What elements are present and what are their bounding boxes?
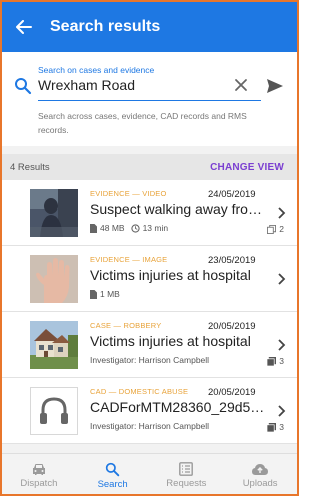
attachment-count: 2 (267, 224, 284, 234)
gallery-icon (267, 356, 277, 366)
investigator: Investigator: Harrison Campbell (90, 355, 210, 365)
page-title: Search results (50, 18, 161, 35)
count-value: 2 (279, 224, 284, 234)
file-icon (90, 223, 97, 233)
nav-uploads[interactable]: Uploads (223, 454, 297, 494)
attachment-count: 3 (267, 356, 284, 366)
car-icon (32, 464, 45, 475)
gallery-icon (267, 422, 277, 432)
result-item[interactable]: CASE — ROBBERY 20/05/2019 Victims injuri… (2, 312, 297, 378)
list-icon (179, 462, 194, 476)
nav-search[interactable]: Search (76, 454, 150, 494)
nav-dispatch[interactable]: Dispatch (2, 454, 76, 494)
search-icon (15, 78, 32, 95)
video-thumbnail (30, 189, 78, 237)
nav-label: Search (97, 478, 128, 490)
nav-label: Uploads (242, 478, 278, 489)
search-icon (105, 462, 120, 476)
image-thumbnail (30, 255, 78, 303)
nav-requests[interactable]: Requests (150, 454, 224, 494)
count-value: 3 (279, 356, 284, 366)
result-date: 23/05/2019 (208, 255, 256, 266)
nav-label: Dispatch (20, 478, 58, 489)
result-item[interactable]: EVIDENCE — IMAGE 23/05/2019 Victims inju… (2, 246, 297, 312)
result-meta: 1 MB (90, 289, 120, 299)
arrow-left-icon (16, 20, 32, 34)
investigator: Investigator: Harrison Campbell (90, 421, 210, 431)
duration: 13 min (142, 223, 169, 233)
result-date: 20/05/2019 (208, 321, 256, 332)
result-category: CASE — ROBBERY (90, 321, 162, 330)
cloud-upload-icon (252, 464, 269, 475)
results-bar: 4 Results CHANGE VIEW (2, 154, 297, 180)
clock-icon (130, 223, 140, 233)
result-category: CAD — DOMESTIC ABUSE (90, 387, 189, 396)
copy-icon (267, 224, 277, 234)
file-size: 48 MB (100, 223, 125, 233)
result-meta: Investigator: Harrison Campbell (90, 421, 209, 431)
result-title: CADForMTM28360_29d59c9... (90, 399, 268, 415)
result-date: 24/05/2019 (208, 189, 256, 200)
search-caption: Search on cases and evidence (38, 65, 155, 75)
result-category: EVIDENCE — VIDEO (90, 189, 167, 198)
file-icon (90, 289, 97, 299)
result-title: Suspect walking away from vi... (90, 201, 268, 217)
result-title: Victims injuries at hospital (90, 267, 251, 283)
headset-thumbnail (30, 387, 78, 435)
nav-label: Requests (166, 478, 207, 489)
bottom-navigation: Dispatch Search Requests Uploads (2, 453, 297, 494)
app-frame: Search results Search on cases and evide… (0, 0, 299, 496)
count-value: 3 (279, 422, 284, 432)
results-count: 4 Results (10, 161, 50, 173)
back-button[interactable] (2, 2, 46, 52)
chevron-right-icon (278, 339, 286, 351)
send-icon[interactable] (266, 78, 284, 94)
result-meta: Investigator: Harrison Campbell (90, 355, 209, 365)
search-panel: Search on cases and evidence Search acro… (2, 52, 297, 146)
chevron-right-icon (278, 273, 286, 285)
change-view-button[interactable]: CHANGE VIEW (210, 162, 284, 173)
search-underline (38, 100, 261, 101)
attachment-count: 3 (267, 422, 284, 432)
file-size: 1 MB (100, 289, 120, 299)
result-category: EVIDENCE — IMAGE (90, 255, 168, 264)
result-date: 20/05/2019 (208, 387, 256, 398)
top-app-bar: Search results (2, 2, 297, 52)
house-thumbnail (30, 321, 78, 369)
result-meta: 48 MB 13 min (90, 223, 168, 233)
results-list: EVIDENCE — VIDEO 24/05/2019 Suspect walk… (2, 180, 297, 444)
search-input[interactable] (38, 77, 238, 93)
chevron-right-icon (278, 207, 286, 219)
result-item[interactable]: EVIDENCE — VIDEO 24/05/2019 Suspect walk… (2, 180, 297, 246)
clear-icon[interactable] (234, 78, 248, 92)
result-item[interactable]: CAD — DOMESTIC ABUSE 20/05/2019 CADForMT… (2, 378, 297, 444)
result-title: Victims injuries at hospital (90, 333, 251, 349)
chevron-right-icon (278, 405, 286, 417)
search-helper-text: Search across cases, evidence, CAD recor… (38, 111, 247, 135)
